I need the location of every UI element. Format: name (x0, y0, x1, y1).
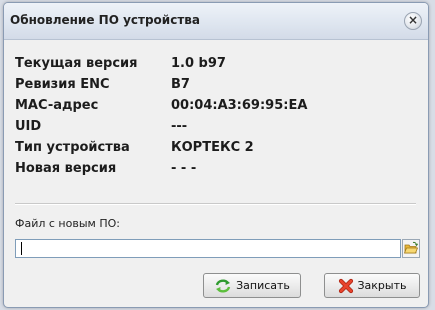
refresh-arrows-icon (215, 279, 231, 292)
current-version-label: Текущая версия (15, 56, 138, 71)
close-icon: × (407, 13, 419, 27)
close-button-label: Закрыть (357, 279, 407, 292)
enc-revision-value: B7 (171, 77, 190, 92)
enc-revision-label: Ревизия ENC (15, 77, 110, 92)
firmware-file-input[interactable] (15, 239, 401, 258)
red-x-icon (338, 278, 353, 293)
divider (15, 203, 416, 205)
current-version-value: 1.0 b97 (171, 56, 226, 71)
close-window-button[interactable]: × (404, 12, 422, 30)
write-firmware-button[interactable]: Записать (203, 273, 301, 298)
mac-address-value: 00:04:A3:69:95:EA (171, 98, 308, 113)
close-dialog-button[interactable]: Закрыть (324, 273, 420, 298)
firmware-update-dialog: Обновление ПО устройства × Текущая верси… (3, 2, 429, 308)
write-button-label: Записать (236, 279, 290, 292)
title-bar: Обновление ПО устройства × (4, 3, 428, 40)
browse-file-button[interactable] (402, 239, 420, 258)
firmware-file-label: Файл с новым ПО: (15, 217, 120, 230)
device-type-label: Тип устройства (15, 140, 130, 155)
uid-label: UID (15, 119, 42, 134)
device-type-value: КОРТЕКС 2 (171, 140, 254, 155)
dialog-title: Обновление ПО устройства (10, 13, 200, 27)
new-version-value: - - - (171, 161, 197, 176)
new-version-label: Новая версия (15, 161, 117, 176)
mac-address-label: MAC-адрес (15, 98, 99, 113)
text-caret (21, 242, 22, 255)
folder-open-icon (402, 239, 420, 258)
uid-value: --- (171, 119, 188, 134)
